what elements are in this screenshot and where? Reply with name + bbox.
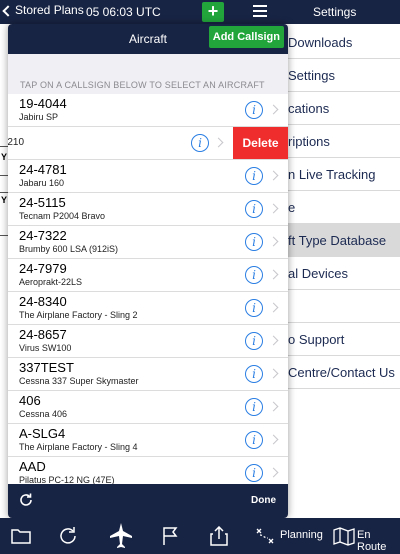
add-plan-button[interactable]: +: [202, 2, 224, 22]
planning-tab[interactable]: Planning: [280, 529, 323, 541]
callsign-label: 337TEST: [19, 360, 74, 375]
info-icon[interactable]: i: [245, 332, 263, 350]
info-icon[interactable]: i: [245, 464, 263, 482]
section-header-text: TAP ON A CALLSIGN BELOW TO SELECT AN AIR…: [20, 80, 265, 90]
callsign-label: 406: [19, 393, 41, 408]
settings-row[interactable]: n Live Tracking: [284, 158, 400, 191]
chevron-right-icon: [268, 170, 279, 181]
app-screen: Stored Plans 05 06:03 UTC + Settings Dow…: [0, 0, 400, 554]
settings-row[interactable]: Downloads: [284, 26, 400, 59]
aircraft-type-label: Brumby 600 LSA (912iS): [19, 244, 119, 254]
chevron-left-icon: [2, 4, 14, 17]
chevron-right-icon: [268, 302, 279, 313]
settings-row[interactable]: cations: [284, 92, 400, 125]
aircraft-row[interactable]: 24-8340 The Airplane Factory - Sling 2 i: [8, 292, 288, 325]
settings-row[interactable]: ft Type Database: [284, 224, 400, 257]
aircraft-type-label: nturion 210: [8, 137, 25, 148]
aircraft-type-label: Tecnam P2004 Bravo: [19, 211, 106, 221]
settings-row[interactable]: e: [284, 191, 400, 224]
settings-title: Settings: [313, 5, 357, 19]
settings-row[interactable]: al Devices: [284, 257, 400, 290]
aircraft-row[interactable]: 24-8657 Virus SW100 i: [8, 325, 288, 358]
popover-header: Aircraft Add Callsign: [8, 24, 288, 54]
info-icon[interactable]: i: [245, 365, 263, 383]
popover-footer: Done: [8, 484, 288, 518]
settings-row[interactable]: Centre/Contact Us: [284, 356, 400, 389]
bottom-toolbar: Planning En Route: [0, 518, 400, 554]
aircraft-row[interactable]: A-SLG4 The Airplane Factory - Sling 4 i: [8, 424, 288, 457]
aircraft-popover: Aircraft Add Callsign TAP ON A CALLSIGN …: [8, 24, 288, 518]
aircraft-type-label: Jabaru 160: [19, 178, 65, 188]
map-icon[interactable]: [333, 526, 355, 546]
callsign-label: 24-8657: [19, 327, 67, 342]
chevron-right-icon: [268, 401, 279, 412]
share-icon[interactable]: [208, 526, 230, 546]
section-header: TAP ON A CALLSIGN BELOW TO SELECT AN AIR…: [8, 54, 288, 94]
aircraft-type-label: Pilatus PC-12 NG (47E): [19, 475, 115, 484]
chevron-right-icon: [268, 368, 279, 379]
callsign-label: 24-4781: [19, 162, 67, 177]
back-label: Stored Plans: [15, 3, 84, 17]
aircraft-type-label: The Airplane Factory - Sling 4: [19, 442, 138, 452]
aircraft-row[interactable]: 406 Cessna 406 i: [8, 391, 288, 424]
aircraft-type-label: The Airplane Factory - Sling 2: [19, 310, 138, 320]
top-bar: Stored Plans 05 06:03 UTC + Settings: [0, 0, 400, 24]
chevron-right-icon: [268, 236, 279, 247]
aircraft-type-label: Aeroprakt-22LS: [19, 277, 83, 287]
done-button[interactable]: Done: [251, 495, 276, 506]
en-route-tab[interactable]: En Route: [357, 529, 400, 553]
settings-row[interactable]: o Support: [284, 323, 400, 356]
info-icon[interactable]: i: [191, 134, 209, 152]
aircraft-icon[interactable]: [108, 522, 134, 550]
info-icon[interactable]: i: [245, 398, 263, 416]
aircraft-row[interactable]: 24-5115 Tecnam P2004 Bravo i: [8, 193, 288, 226]
delete-button[interactable]: Delete: [233, 127, 288, 159]
callsign-label: 24-7979: [19, 261, 67, 276]
aircraft-type-label: Virus SW100: [19, 343, 72, 353]
aircraft-row[interactable]: AAD Pilatus PC-12 NG (47E) i: [8, 457, 288, 484]
info-icon[interactable]: i: [245, 266, 263, 284]
info-icon[interactable]: i: [245, 233, 263, 251]
back-button[interactable]: Stored Plans: [2, 3, 84, 17]
callsign-label: A-SLG4: [19, 426, 66, 441]
flag-icon[interactable]: [160, 526, 182, 546]
info-icon[interactable]: i: [245, 200, 263, 218]
reverse-route-icon[interactable]: [58, 526, 80, 546]
aircraft-list[interactable]: 19-4044Jabiru SPinturion 210iDelete24-47…: [8, 94, 288, 484]
aircraft-row[interactable]: nturion 210 i Delete: [8, 127, 288, 160]
settings-row[interactable]: [284, 290, 400, 323]
callsign-label: 19-4044: [19, 96, 67, 111]
utc-clock: 05 06:03 UTC: [86, 5, 161, 19]
folder-icon[interactable]: [10, 526, 32, 546]
info-icon[interactable]: i: [245, 101, 263, 119]
add-callsign-button[interactable]: Add Callsign: [208, 26, 284, 48]
chevron-right-icon: [268, 467, 279, 478]
info-icon[interactable]: i: [245, 299, 263, 317]
callsign-label: AAD: [19, 459, 46, 474]
aircraft-type-label: Jabiru SP: [19, 112, 59, 122]
aircraft-row[interactable]: 24-4781 Jabaru 160 i: [8, 160, 288, 193]
callsign-label: 24-7322: [19, 228, 67, 243]
settings-row[interactable]: Settings: [284, 59, 400, 92]
menu-icon[interactable]: [253, 5, 267, 17]
settings-row[interactable]: riptions: [284, 125, 400, 158]
aircraft-type-label: Cessna 406: [19, 409, 68, 419]
refresh-icon[interactable]: [18, 492, 34, 508]
aircraft-row[interactable]: 337TEST Cessna 337 Super Skymaster i: [8, 358, 288, 391]
aircraft-row[interactable]: 24-7322 Brumby 600 LSA (912iS) i: [8, 226, 288, 259]
chevron-right-icon: [268, 203, 279, 214]
settings-list: Downloads Settings cations riptions n Live T…: [284, 26, 400, 518]
callsign-label: 24-5115: [19, 195, 66, 210]
aircraft-type-label: Cessna 337 Super Skymaster: [19, 376, 139, 386]
aircraft-row[interactable]: 24-7979 Aeroprakt-22LS i: [8, 259, 288, 292]
aircraft-row[interactable]: 19-4044 Jabiru SP i: [8, 94, 288, 127]
chevron-right-icon: [268, 269, 279, 280]
chevron-right-icon: [268, 104, 279, 115]
planning-icon[interactable]: [254, 526, 276, 546]
chevron-right-icon: [268, 434, 279, 445]
info-icon[interactable]: i: [245, 167, 263, 185]
callsign-label: 24-8340: [19, 294, 67, 309]
chevron-right-icon: [268, 335, 279, 346]
info-icon[interactable]: i: [245, 431, 263, 449]
